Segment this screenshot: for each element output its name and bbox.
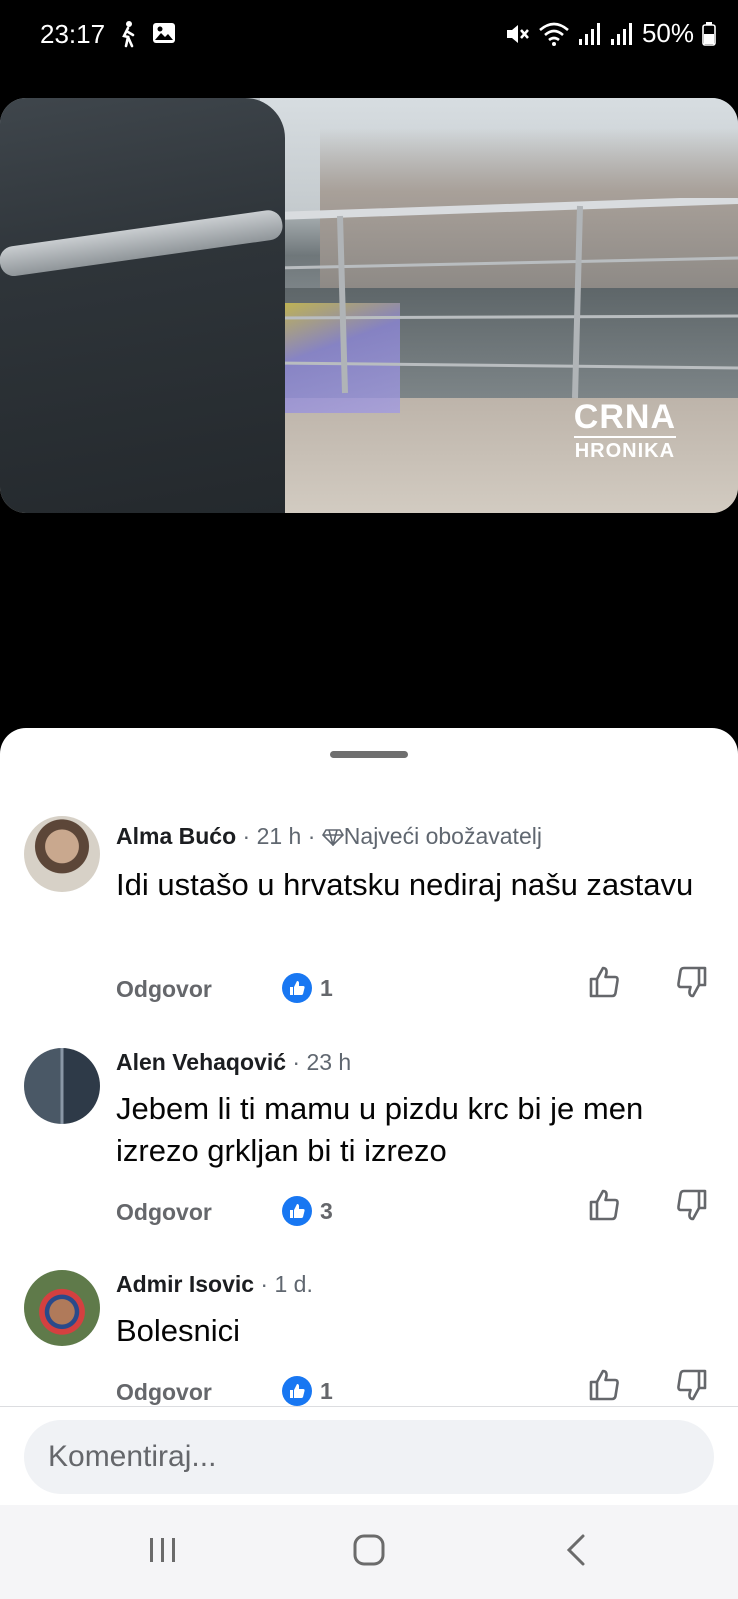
watermark-line1: CRNA xyxy=(573,398,676,438)
like-badge-icon xyxy=(282,1196,312,1226)
comment-input-placeholder: Komentiraj... xyxy=(48,1440,217,1473)
comment-text: Bolesnici xyxy=(116,1313,241,1348)
diamond-icon xyxy=(321,823,344,849)
comment-author[interactable]: Alen Vehaqović xyxy=(116,1049,286,1075)
comment-text: Jebem li ti mamu u pizdu krc bi je men i… xyxy=(116,1091,644,1168)
back-icon xyxy=(564,1533,588,1572)
gallery-icon xyxy=(151,20,177,53)
home-button[interactable] xyxy=(309,1505,429,1599)
comment-text: Idi ustašo u hrvatsku nediraj našu zasta… xyxy=(116,867,694,902)
fan-badge: Najveći obožavatelj xyxy=(343,823,542,849)
recents-icon xyxy=(147,1536,179,1569)
video-watermark: CRNA HRONIKA xyxy=(573,398,676,463)
like-count[interactable]: 1 xyxy=(282,973,333,1003)
comment-input[interactable]: Komentiraj... xyxy=(24,1420,714,1494)
wifi-icon xyxy=(538,21,570,47)
like-count-value: 1 xyxy=(320,974,333,1001)
battery-percent: 50% xyxy=(641,18,694,48)
status-time: 23:17 xyxy=(40,19,106,49)
divider xyxy=(0,1406,738,1407)
mute-icon xyxy=(504,21,530,47)
reply-button[interactable]: Odgovor xyxy=(116,1199,212,1226)
walk-icon xyxy=(117,20,139,53)
like-count-value: 3 xyxy=(320,1197,333,1224)
comments-sheet: Alma Bućo · 21 h · Najveći obožavatelj I… xyxy=(0,728,738,1599)
video-frame-railing xyxy=(275,198,738,398)
thumbs-up-icon[interactable] xyxy=(588,1368,620,1407)
like-count-value: 1 xyxy=(320,1377,333,1404)
avatar[interactable] xyxy=(24,816,100,892)
system-nav-bar xyxy=(0,1505,738,1599)
thumbs-down-icon[interactable] xyxy=(676,965,708,1004)
comment-meta: · 21 h · xyxy=(236,823,322,849)
comment-meta: · 23 h xyxy=(286,1049,352,1075)
like-count[interactable]: 1 xyxy=(282,1376,333,1406)
reply-button[interactable]: Odgovor xyxy=(116,976,212,1003)
like-badge-icon xyxy=(282,1376,312,1406)
comment-header: Alen Vehaqović · 23 h xyxy=(116,1049,351,1076)
thumbs-up-icon[interactable] xyxy=(588,1188,620,1227)
comment-header: Alma Bućo · 21 h · Najveći obožavatelj xyxy=(116,823,542,850)
thumbs-up-icon[interactable] xyxy=(588,965,620,1004)
recents-button[interactable] xyxy=(103,1505,223,1599)
comment-header: Admir Isovic · 1 d. xyxy=(116,1271,313,1298)
signal-icon xyxy=(610,21,634,47)
status-bar: 23:17 50% xyxy=(0,0,738,70)
thumbs-down-icon[interactable] xyxy=(676,1368,708,1407)
avatar[interactable] xyxy=(24,1270,100,1346)
thumbs-down-icon[interactable] xyxy=(676,1188,708,1227)
comment-meta: · 1 d. xyxy=(254,1271,313,1297)
home-icon xyxy=(352,1533,386,1572)
reply-button[interactable]: Odgovor xyxy=(116,1379,212,1406)
comment-author[interactable]: Admir Isovic xyxy=(116,1271,254,1297)
sheet-drag-handle[interactable] xyxy=(330,751,408,758)
battery-icon xyxy=(702,21,716,46)
video-frame-car-door xyxy=(0,98,285,513)
like-badge-icon xyxy=(282,973,312,1003)
signal-icon xyxy=(578,21,602,47)
comment-author[interactable]: Alma Bućo xyxy=(116,823,236,849)
back-button[interactable] xyxy=(516,1505,636,1599)
video-player[interactable]: CRNA HRONIKA xyxy=(0,98,738,513)
like-count[interactable]: 3 xyxy=(282,1196,333,1226)
avatar[interactable] xyxy=(24,1048,100,1124)
watermark-line2: HRONIKA xyxy=(574,440,676,462)
